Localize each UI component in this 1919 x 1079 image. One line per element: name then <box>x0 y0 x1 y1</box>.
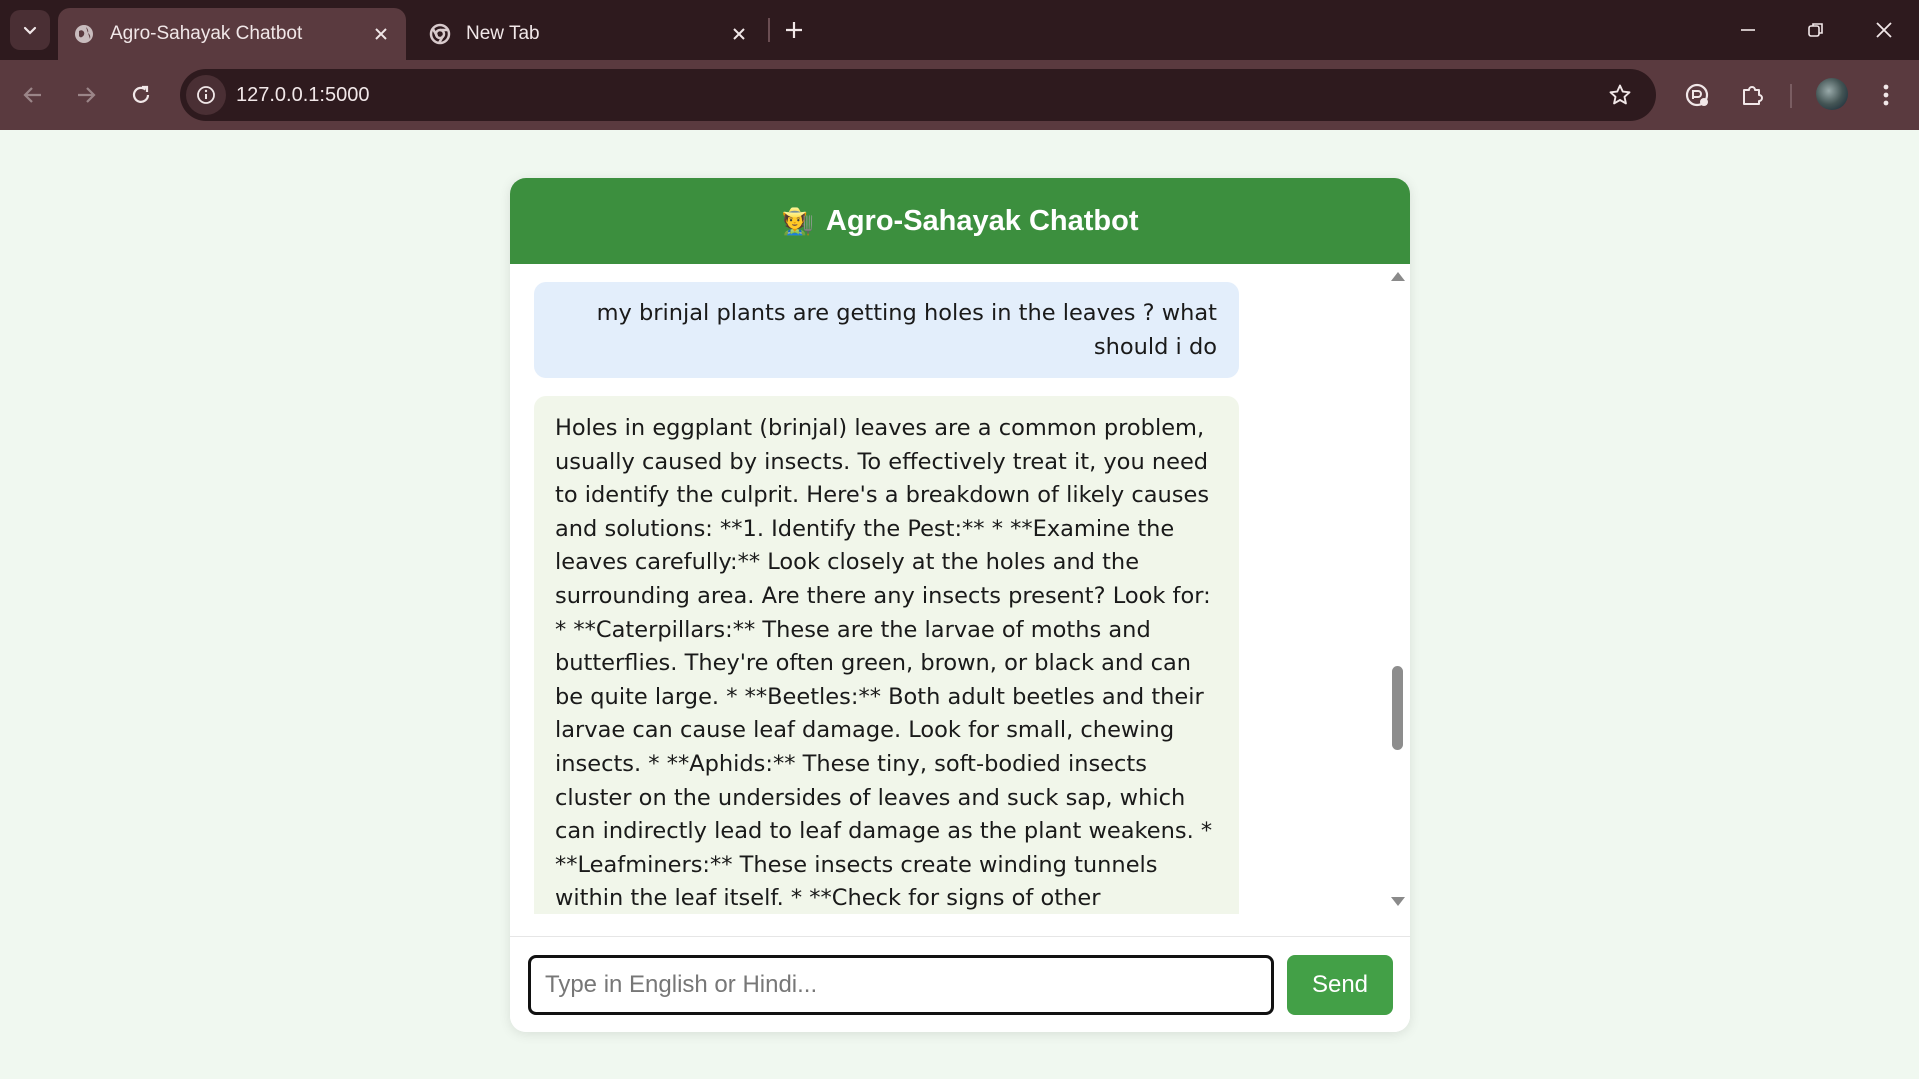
chevron-down-icon <box>23 26 37 35</box>
tab-agro-sahayak[interactable]: Agro-Sahayak Chatbot <box>58 8 406 60</box>
close-window-button[interactable] <box>1850 0 1918 60</box>
message-input[interactable] <box>528 955 1274 1015</box>
reload-icon <box>132 85 150 103</box>
tab-strip: Agro-Sahayak Chatbot New Tab <box>0 0 1919 60</box>
new-tab-button[interactable] <box>776 12 812 48</box>
minimize-button[interactable] <box>1714 0 1782 60</box>
more-menu-icon[interactable] <box>1865 74 1907 116</box>
user-message: my brinjal plants are getting holes in t… <box>534 282 1239 379</box>
tab-search-button[interactable] <box>10 10 50 50</box>
plus-icon <box>786 22 802 38</box>
send-button[interactable]: Send <box>1287 955 1393 1015</box>
restore-icon <box>1808 23 1823 37</box>
extension-icon[interactable] <box>1676 74 1718 116</box>
page-content: 🧑‍🌾 Agro-Sahayak Chatbot my brinjal plan… <box>0 130 1919 1079</box>
toolbar-divider <box>1790 84 1792 108</box>
chat-header: 🧑‍🌾 Agro-Sahayak Chatbot <box>510 178 1410 264</box>
scrollbar-thumb[interactable] <box>1392 666 1403 750</box>
tab-title: New Tab <box>466 23 540 44</box>
chat-messages[interactable]: my brinjal plants are getting holes in t… <box>510 264 1410 914</box>
back-button[interactable] <box>12 74 54 116</box>
scrollbar[interactable] <box>1388 264 1406 914</box>
extensions-puzzle-icon[interactable] <box>1731 74 1773 116</box>
minimize-icon <box>1741 29 1755 31</box>
tab-new-tab[interactable]: New Tab <box>414 8 764 60</box>
arrow-left-icon <box>23 87 41 103</box>
url-text: 127.0.0.1:5000 <box>236 84 370 106</box>
scroll-up-arrow-icon[interactable] <box>1391 272 1405 281</box>
tab-title: Agro-Sahayak Chatbot <box>110 23 303 44</box>
chrome-icon <box>428 22 452 46</box>
globe-icon <box>72 22 96 46</box>
chat-input-bar: Send <box>510 936 1410 1032</box>
restore-button[interactable] <box>1782 0 1850 60</box>
close-tab-icon[interactable] <box>724 19 754 49</box>
bookmark-star-icon[interactable] <box>1602 77 1638 113</box>
profile-avatar[interactable] <box>1816 78 1848 110</box>
scroll-down-arrow-icon[interactable] <box>1391 897 1405 906</box>
site-info-icon[interactable] <box>186 75 226 115</box>
bot-message: Holes in eggplant (brinjal) leaves are a… <box>534 396 1239 914</box>
forward-button[interactable] <box>65 74 107 116</box>
farmer-icon: 🧑‍🌾 <box>781 205 814 236</box>
close-tab-icon[interactable] <box>366 19 396 49</box>
close-icon <box>1876 22 1892 38</box>
arrow-right-icon <box>78 87 96 103</box>
chat-container: 🧑‍🌾 Agro-Sahayak Chatbot my brinjal plan… <box>510 178 1410 1032</box>
browser-toolbar: 127.0.0.1:5000 <box>0 60 1919 130</box>
chat-title: Agro-Sahayak Chatbot <box>825 204 1139 237</box>
reload-button[interactable] <box>120 74 162 116</box>
address-bar[interactable]: 127.0.0.1:5000 <box>180 69 1656 121</box>
tab-divider <box>768 18 770 42</box>
